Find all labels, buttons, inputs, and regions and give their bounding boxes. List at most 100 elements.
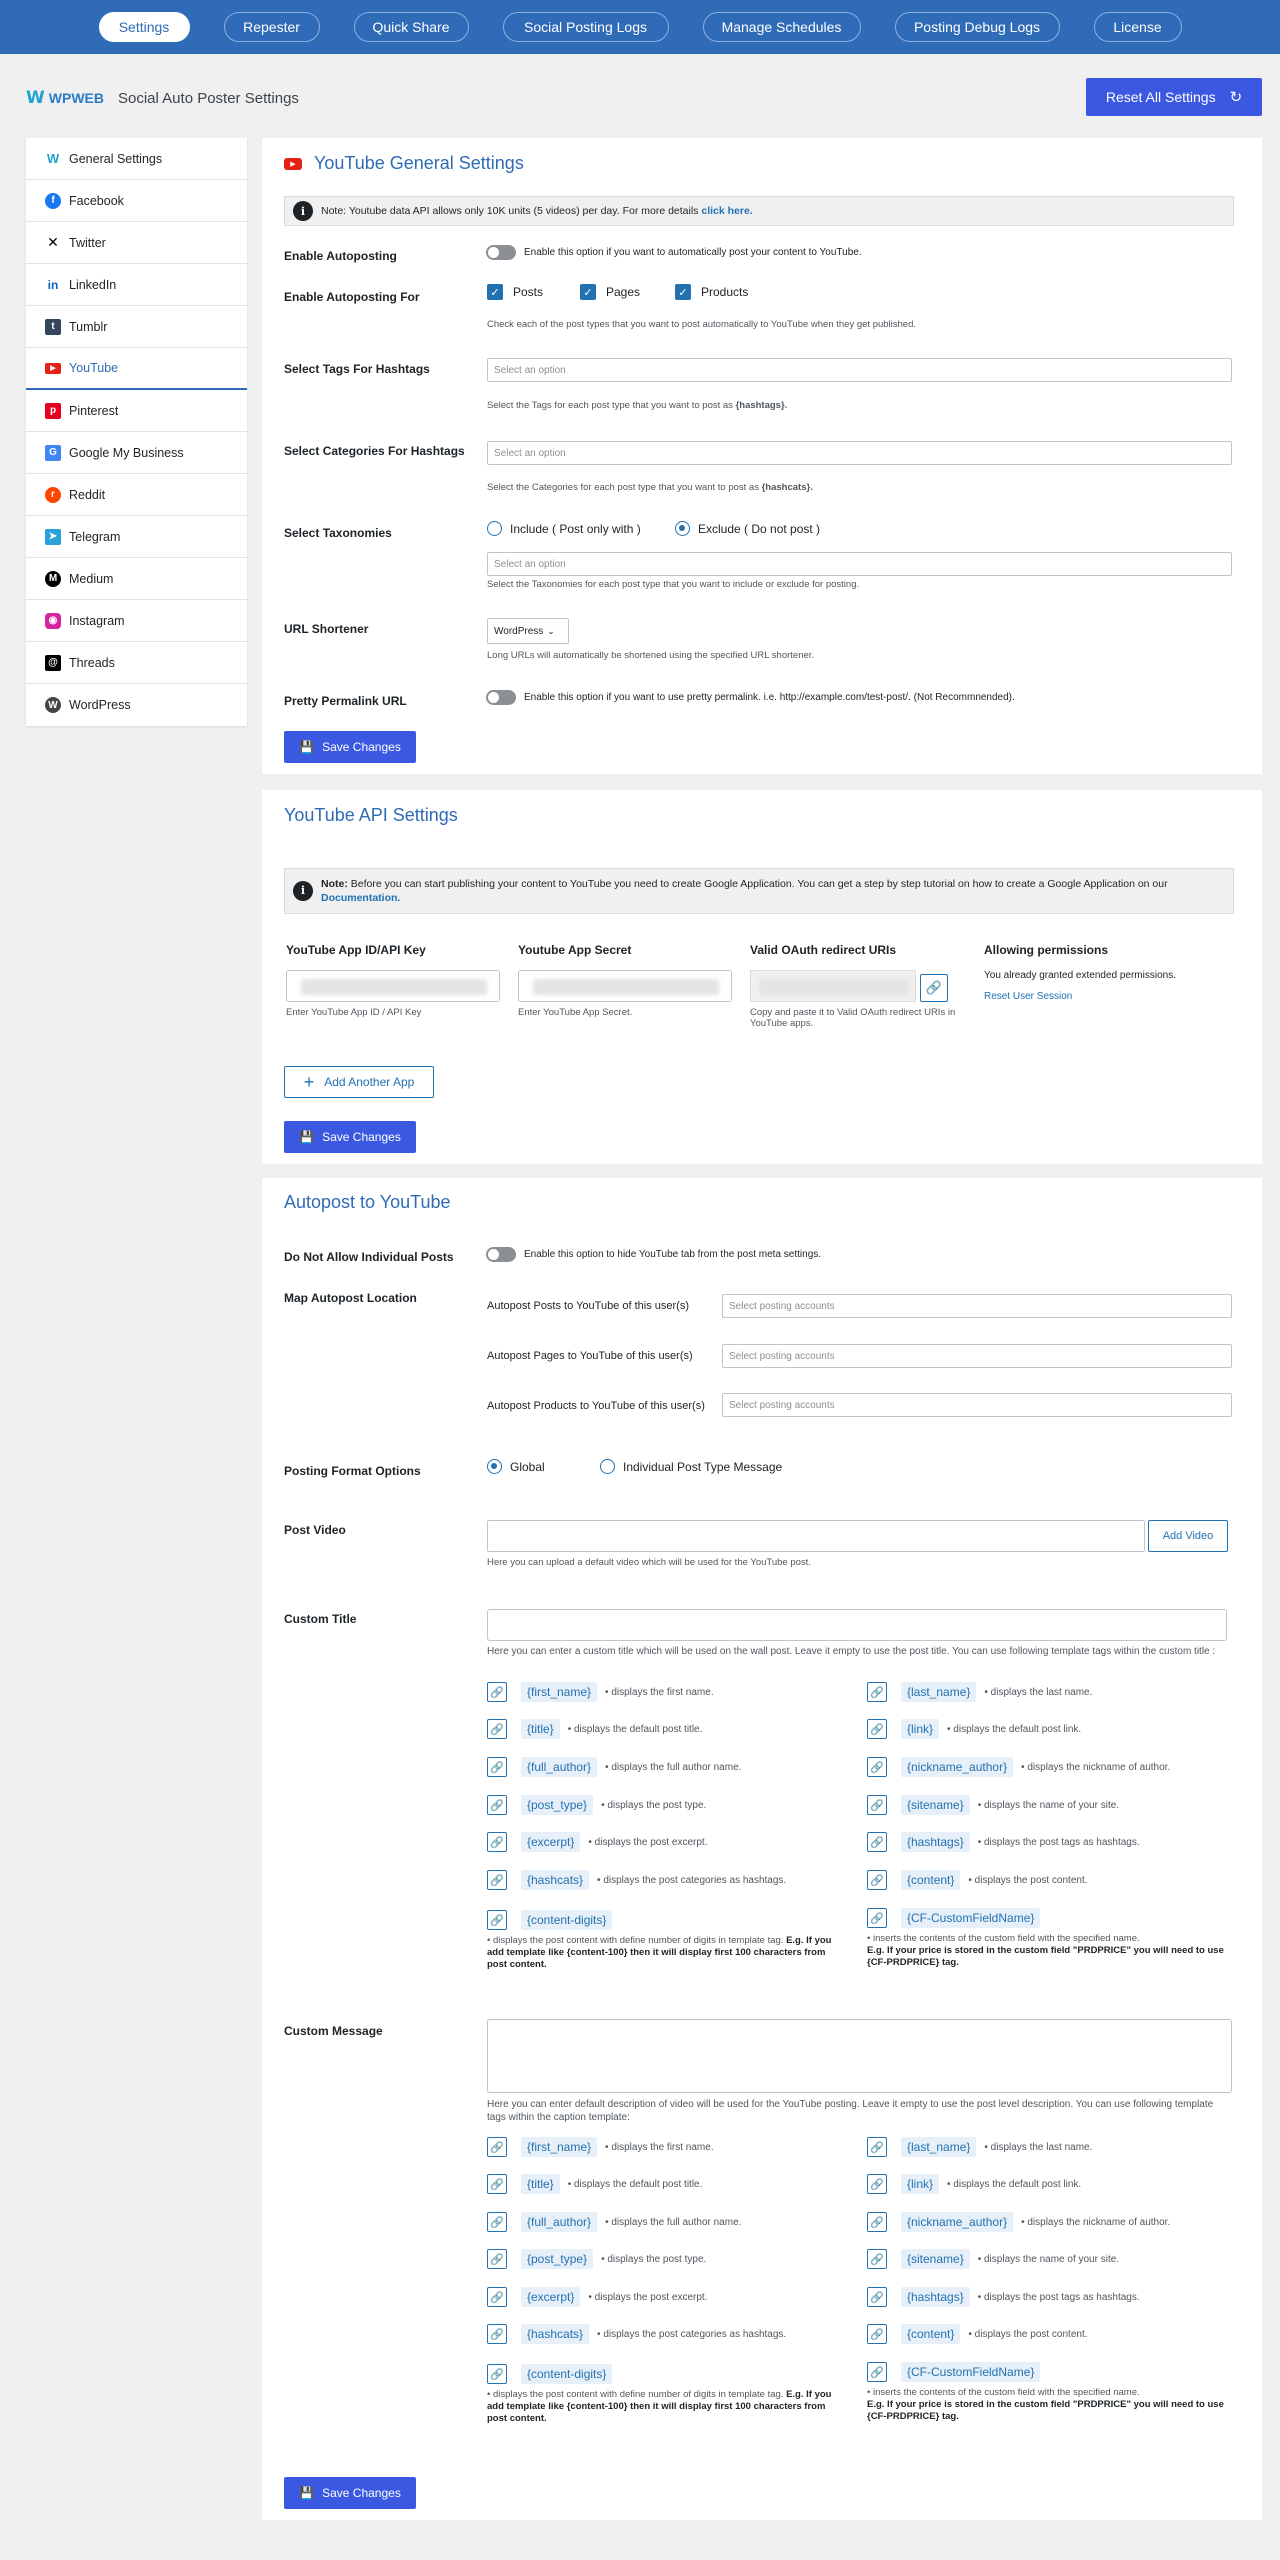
tab-posting-debug-logs[interactable]: Posting Debug Logs xyxy=(894,12,1060,42)
link-icon[interactable]: 🔗 xyxy=(487,2324,507,2344)
sidebar-item-tumblr[interactable]: t Tumblr xyxy=(26,306,247,348)
custom-title-input[interactable] xyxy=(487,1609,1227,1641)
enable-autoposting-toggle[interactable] xyxy=(486,245,516,260)
sidebar-item-facebook[interactable]: f Facebook xyxy=(26,180,247,222)
link-icon[interactable]: 🔗 xyxy=(867,2174,887,2194)
link-icon[interactable]: 🔗 xyxy=(487,2249,507,2269)
sidebar-item-general-settings[interactable]: W General Settings xyxy=(26,138,247,180)
posts-accounts-select[interactable]: Select posting accounts xyxy=(722,1294,1232,1318)
link-icon[interactable]: 🔗 xyxy=(487,2364,507,2384)
template-tag: 🔗 {full_author} • displays the full author… xyxy=(487,2212,741,2232)
post-video-input[interactable] xyxy=(487,1520,1145,1552)
link-icon[interactable]: 🔗 xyxy=(867,2287,887,2307)
tag-name: {excerpt} xyxy=(521,2287,581,2307)
link-icon[interactable]: 🔗 xyxy=(487,1832,507,1852)
map-row-label: Autopost Products to YouTube of this use… xyxy=(487,1400,705,1412)
checkbox-label: Pages xyxy=(606,285,641,299)
api-key-input[interactable] xyxy=(286,970,500,1002)
sidebar-item-label: Tumblr xyxy=(69,319,108,334)
pinterest-icon: p xyxy=(45,402,61,419)
tab-social-posting-logs[interactable]: Social Posting Logs xyxy=(502,12,669,42)
add-another-app-button[interactable]: + Add Another App xyxy=(284,1066,434,1098)
sidebar-item-telegram[interactable]: ➤ Telegram xyxy=(26,516,247,558)
posts-checkbox[interactable]: ✓ Posts xyxy=(487,284,580,300)
documentation-link[interactable]: Documentation. xyxy=(321,892,400,904)
link-icon[interactable]: 🔗 xyxy=(867,2212,887,2232)
link-icon[interactable]: 🔗 xyxy=(867,1719,887,1739)
link-icon[interactable]: 🔗 xyxy=(487,2287,507,2307)
link-icon[interactable]: 🔗 xyxy=(867,1757,887,1777)
save-changes-button[interactable]: 💾 Save Changes xyxy=(284,731,416,763)
link-icon[interactable]: 🔗 xyxy=(867,1870,887,1890)
tag-name: {hashcats} xyxy=(521,2324,590,2344)
save-icon: 💾 xyxy=(299,740,315,754)
products-checkbox[interactable]: ✓ Products xyxy=(675,284,748,300)
link-icon[interactable]: 🔗 xyxy=(487,1757,507,1777)
permissions-text: You already granted extended permissions… xyxy=(984,970,1176,981)
link-icon[interactable]: 🔗 xyxy=(487,2212,507,2232)
link-icon[interactable]: 🔗 xyxy=(487,1719,507,1739)
tab-manage-schedules[interactable]: Manage Schedules xyxy=(702,12,861,42)
sidebar-item-linkedin[interactable]: in LinkedIn xyxy=(26,264,247,306)
sidebar-item-medium[interactable]: M Medium xyxy=(26,558,247,600)
add-app-label: Add Another App xyxy=(324,1075,415,1089)
url-shortener-select[interactable]: WordPress ⌄ xyxy=(487,618,569,644)
sidebar-item-google-my-business[interactable]: G Google My Business xyxy=(26,432,247,474)
link-icon[interactable]: 🔗 xyxy=(867,1832,887,1852)
include-radio[interactable] xyxy=(487,521,502,536)
tag-description: • displays the post type. xyxy=(601,1799,707,1811)
template-tag: 🔗 {content-digits} xyxy=(487,1910,613,1930)
link-icon[interactable]: 🔗 xyxy=(487,2137,507,2157)
custom-message-textarea[interactable] xyxy=(487,2019,1232,2093)
tab-settings[interactable]: Settings xyxy=(98,12,190,42)
pages-checkbox[interactable]: ✓ Pages xyxy=(580,284,675,300)
sidebar-item-instagram[interactable]: ◉ Instagram xyxy=(26,600,247,642)
link-icon[interactable]: 🔗 xyxy=(867,1908,887,1928)
link-icon[interactable]: 🔗 xyxy=(867,2249,887,2269)
link-icon[interactable]: 🔗 xyxy=(487,1795,507,1815)
link-icon[interactable]: 🔗 xyxy=(867,1795,887,1815)
add-video-button[interactable]: Add Video xyxy=(1148,1520,1228,1552)
categories-hashtags-select[interactable]: Select an option xyxy=(487,441,1232,465)
taxonomies-select[interactable]: Select an option xyxy=(487,552,1232,576)
tab-license[interactable]: License xyxy=(1093,12,1182,42)
copy-link-button[interactable]: 🔗 xyxy=(920,974,948,1002)
click-here-link[interactable]: click here. xyxy=(701,205,752,217)
sidebar-item-threads[interactable]: @ Threads xyxy=(26,642,247,684)
link-icon[interactable]: 🔗 xyxy=(867,1682,887,1702)
sidebar-item-twitter[interactable]: ✕ Twitter xyxy=(26,222,247,264)
tag-description: • displays the nickname of author. xyxy=(1021,2216,1171,2228)
tags-hashtags-select[interactable]: Select an option xyxy=(487,358,1232,382)
tab-repester[interactable]: Repester xyxy=(223,12,320,42)
template-tag: 🔗 {hashcats} • displays the post categorie… xyxy=(487,1870,786,1890)
template-tag: 🔗 {post_type} • displays the post type. xyxy=(487,1795,706,1815)
products-accounts-select[interactable]: Select posting accounts xyxy=(722,1393,1232,1417)
global-radio[interactable] xyxy=(487,1459,502,1474)
save-changes-button[interactable]: 💾 Save Changes xyxy=(284,1121,416,1153)
link-icon[interactable]: 🔗 xyxy=(487,1870,507,1890)
link-icon[interactable]: 🔗 xyxy=(867,2137,887,2157)
categories-help-code: {hashcats}. xyxy=(761,482,813,493)
permalink-toggle[interactable] xyxy=(486,690,516,705)
link-icon[interactable]: 🔗 xyxy=(487,1682,507,1702)
pages-accounts-select[interactable]: Select posting accounts xyxy=(722,1344,1232,1368)
notice-bold: Note: xyxy=(321,878,348,890)
tag-description: • displays the last name. xyxy=(984,2141,1093,2153)
link-icon[interactable]: 🔗 xyxy=(867,2362,887,2382)
sidebar-item-pinterest[interactable]: p Pinterest xyxy=(26,390,247,432)
exclude-radio[interactable] xyxy=(675,521,690,536)
tab-quick-share[interactable]: Quick Share xyxy=(353,12,469,42)
save-changes-button[interactable]: 💾 Save Changes xyxy=(284,2477,416,2509)
template-tag: 🔗 {sitename} • displays the name of your s… xyxy=(867,2249,1119,2269)
sidebar-item-youtube[interactable]: ▶ YouTube xyxy=(26,348,247,390)
link-icon[interactable]: 🔗 xyxy=(487,2174,507,2194)
sidebar-item-wordpress[interactable]: W WordPress xyxy=(26,684,247,726)
individual-message-radio[interactable] xyxy=(600,1459,615,1474)
app-secret-input[interactable] xyxy=(518,970,732,1002)
individual-posts-toggle[interactable] xyxy=(486,1247,516,1262)
link-icon[interactable]: 🔗 xyxy=(487,1910,507,1930)
reset-all-settings-button[interactable]: Reset All Settings ↻ xyxy=(1086,78,1262,116)
link-icon[interactable]: 🔗 xyxy=(867,2324,887,2344)
reset-user-session-link[interactable]: Reset User Session xyxy=(984,991,1072,1002)
sidebar-item-reddit[interactable]: r Reddit xyxy=(26,474,247,516)
